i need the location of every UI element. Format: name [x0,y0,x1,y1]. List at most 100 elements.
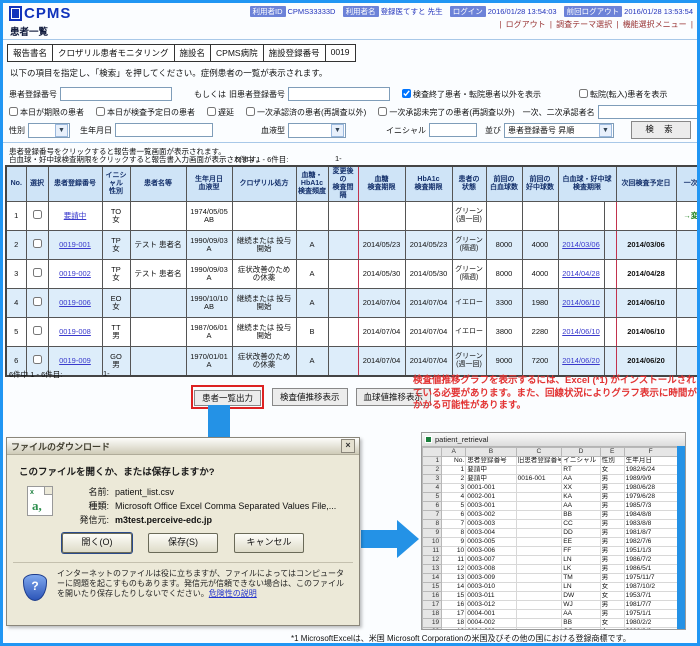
row-select-cell [26,318,48,347]
transfer-checkbox[interactable] [579,89,588,98]
excel-row: 15140003-010LN女1987/10/2Bグリーン( [423,583,687,592]
excel-cell: BB [562,619,600,628]
excel-cell [516,556,562,565]
file-source-value: m3test.perceive-edc.jp [115,513,212,527]
user-name-value: 登録医てすと 先生 [381,7,443,16]
excel-cell: KA [562,493,600,502]
row-select-checkbox[interactable] [33,355,42,364]
excel-cell: 男 [600,475,624,484]
gender-select[interactable]: ▼ [28,123,70,138]
search-row-3: 性別 ▼ 生年月日 血液型 ▼ イニシャル 並び 患者登録番号 昇順▼ 検 索 [9,121,691,139]
wbc-due-link[interactable]: 2014/03/06 [562,240,600,249]
row-select-checkbox[interactable] [33,326,42,335]
due-flag-cell [604,260,616,289]
unapproved-checkbox[interactable] [378,107,387,116]
risk-info-link[interactable]: 危険性の説明 [209,589,257,598]
row-select-checkbox[interactable] [33,210,42,219]
excel-row-number: 4 [423,484,442,493]
dialog-title-bar[interactable]: ファイルのダウンロード × [7,438,359,455]
excel-cell: 要請中 [466,466,516,475]
glucose-due-cell [358,202,405,231]
initial-gender-cell: TP 女 [102,231,130,260]
excel-cell: 1951/1/3 [624,547,677,556]
patient-no-link[interactable]: 0019-001 [59,240,91,249]
dialog-separator [13,562,353,563]
due-today-label: 本日が期限の患者 [20,108,84,117]
patient-table-container: No. 選択 患者登録番号 イニシャル 性別 患者名等 生年月日 血液型 クロザ… [5,165,697,377]
neutrophil-count-cell: 4000 [522,231,558,260]
patient-no-link[interactable]: 要請中 [64,211,87,220]
approved-checkbox[interactable] [246,107,255,116]
excel-cell: 0001-001 [466,484,516,493]
excel-cell: 1986/5/1 [624,565,677,574]
wbc-due-link[interactable]: 2014/06/10 [562,327,600,336]
or-label: もしくは [194,89,226,100]
survey-theme-link[interactable]: 調査テーマ選択 [556,20,612,29]
function-menu-link[interactable]: 機能選択メニュー [623,20,687,29]
row-select-checkbox[interactable] [33,239,42,248]
cancel-button[interactable]: キャンセル [234,533,304,553]
result-count-top: 6件中 1 - 6件目: [235,154,288,165]
initial-input[interactable] [429,123,477,137]
row-select-checkbox[interactable] [33,297,42,306]
file-type-value: Microsoft Office Excel Comma Separated V… [115,499,336,513]
logout-link[interactable]: ログアウト [506,20,546,29]
open-button[interactable]: 開く(O) [62,533,132,553]
wbc-due-link[interactable]: 2014/06/10 [562,298,600,307]
excel-cell: AA [562,475,600,484]
save-button[interactable]: 保存(S) [148,533,218,553]
due-today-checkbox[interactable] [9,107,18,116]
excel-cell: 1985/7/3 [624,502,677,511]
exam-today-checkbox[interactable] [96,107,105,116]
excel-cell: 0003-012 [466,601,516,610]
birth-input[interactable] [115,123,213,137]
excel-cell: 女 [600,628,624,631]
user-info-bar: 利用者IDCPMS33333D 利用者名登録医てすと 先生 ログイン2016/0… [245,6,693,17]
old-patient-no-input[interactable] [288,87,390,101]
approver-input[interactable] [598,105,700,119]
wbc-due-link[interactable]: 2014/06/20 [562,356,600,365]
excel-row: 980003-004DD男1981/8/7ABグリーン( [423,529,687,538]
patient-no-link[interactable]: 0019-008 [59,327,91,336]
facility-label: 施設名 [174,44,212,62]
excel-cell [516,502,562,511]
birth-blood-cell: 1987/06/01 A [186,318,232,347]
test-frequency-cell: A [296,260,328,289]
blood-select[interactable]: ▼ [288,123,346,138]
excel-cell [516,484,562,493]
patient-no-link[interactable]: 0019-002 [59,269,91,278]
patient-row: 40019-006EO 女1990/10/10 AB継続または 投与開始A201… [6,289,697,318]
col-birth-blood: 生年月日 血液型 [186,166,232,202]
lab-trend-button[interactable]: 検査値推移表示 [272,388,348,406]
patient-no-input[interactable] [60,87,172,101]
excel-row: 650003-001AA男1985/7/3Aレッド(既 [423,502,687,511]
excel-cell: 旧患者登録番号 [516,457,562,466]
excel-column-header: F [624,448,677,457]
excel-scrollbar[interactable] [677,446,685,629]
patient-no-link[interactable]: 0019-006 [59,298,91,307]
excel-row: 540002-001KA男1979/6/28ABグリーン( [423,493,687,502]
due-flag-cell [604,347,616,377]
row-select-checkbox[interactable] [33,268,42,277]
excel-cell [516,619,562,628]
page-indicator-top: 1- [335,154,342,163]
delay-checkbox[interactable] [207,107,216,116]
excel-cell: 男 [600,538,624,547]
excel-column-header: A [442,448,466,457]
initial-gender-cell: EO 女 [102,289,130,318]
search-button[interactable]: 検 索 [631,121,691,139]
close-icon[interactable]: × [341,439,355,453]
wbc-due-link[interactable]: 2014/04/28 [562,269,600,278]
wbc-count-cell: 3300 [486,289,522,318]
patient-row: 20019-001TP 女テスト 患者名1990/09/03 A継続または 投与… [6,231,697,260]
page-title: 患者一覧 [10,24,48,38]
excel-cell: 0003-008 [466,565,516,574]
exclude-finished-checkbox[interactable] [402,89,411,98]
export-patient-list-button[interactable]: 患者一覧出力 [194,390,261,406]
excel-cell: 0004-001 [466,610,516,619]
patient-no-link[interactable]: 0019-009 [59,356,91,365]
sort-select[interactable]: 患者登録番号 昇順▼ [504,123,614,138]
excel-cell: 男 [600,520,624,529]
birth-blood-cell: 1990/09/03 A [186,260,232,289]
due-flag-cell [604,318,616,347]
